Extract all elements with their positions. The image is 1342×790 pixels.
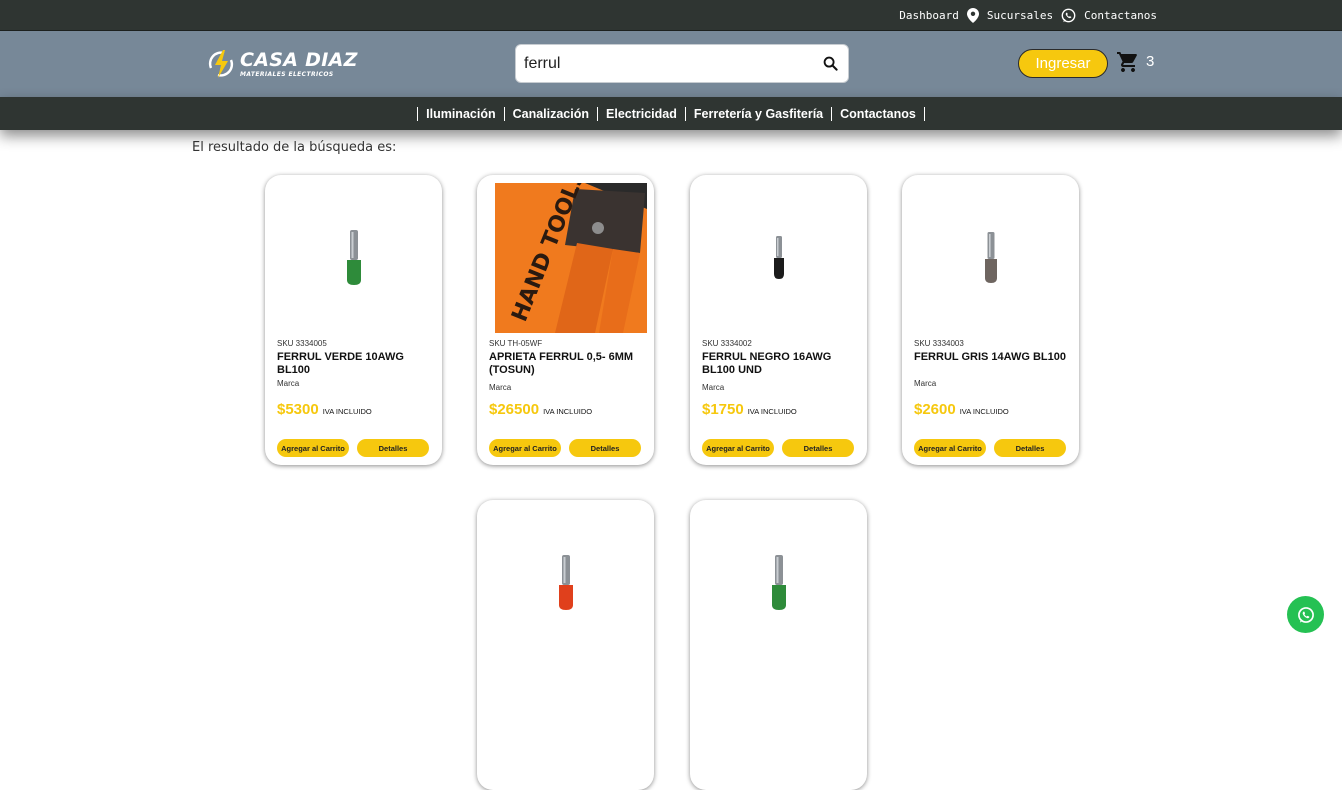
- add-to-cart-button[interactable]: Agregar al Carrito: [702, 439, 774, 457]
- product-brand: Marca: [277, 379, 300, 388]
- category-navbar: Iluminación Canalización Electricidad Fe…: [0, 97, 1342, 130]
- details-button[interactable]: Detalles: [357, 439, 429, 457]
- product-image[interactable]: [914, 183, 1067, 333]
- product-image[interactable]: [489, 508, 642, 658]
- nav-item-contactanos[interactable]: Contactanos: [832, 106, 925, 121]
- nav-item-canalizacion[interactable]: Canalización: [505, 106, 599, 121]
- product-price-row: $26500 IVA INCLUIDO: [489, 401, 592, 418]
- search-bar: [515, 44, 849, 83]
- logo-subtitle: MATERIALES ELECTRICOS: [240, 70, 334, 78]
- logo-name: CASA DIAZ: [240, 48, 358, 71]
- product-sku: SKU TH-05WF: [489, 339, 543, 348]
- iva-label: IVA INCLUIDO: [322, 407, 372, 416]
- sucursales-link[interactable]: Sucursales: [987, 9, 1053, 22]
- product-name: APRIETA FERRUL 0,5- 6MM (TOSUN): [489, 351, 634, 376]
- whatsapp-float-button[interactable]: [1287, 596, 1324, 633]
- top-links: Dashboard Sucursales Contactanos: [899, 8, 1157, 23]
- product-image[interactable]: [702, 508, 855, 658]
- details-button[interactable]: Detalles: [994, 439, 1066, 457]
- iva-label: IVA INCLUIDO: [747, 407, 797, 416]
- product-card[interactable]: [690, 500, 867, 790]
- add-to-cart-button[interactable]: Agregar al Carrito: [277, 439, 349, 457]
- product-price: $5300: [277, 401, 319, 418]
- ferrule-image: [346, 230, 361, 285]
- product-image[interactable]: HAND TOOLS: [495, 183, 647, 333]
- nav-item-ferreteria[interactable]: Ferretería y Gasfitería: [686, 106, 833, 121]
- contactanos-top-link[interactable]: Contactanos: [1084, 9, 1157, 22]
- product-name: FERRUL VERDE 10AWG BL100: [277, 351, 404, 376]
- whatsapp-icon: [1061, 8, 1076, 23]
- cart-icon: [1117, 52, 1137, 72]
- dashboard-link[interactable]: Dashboard: [899, 9, 959, 22]
- search-input[interactable]: [524, 54, 823, 73]
- product-brand: Marca: [914, 379, 937, 388]
- ferrule-image: [984, 232, 997, 283]
- iva-label: IVA INCLUIDO: [543, 407, 593, 416]
- product-price-row: $2600 IVA INCLUIDO: [914, 401, 1009, 418]
- whatsapp-icon: [1297, 606, 1314, 623]
- product-image[interactable]: [277, 183, 430, 333]
- details-button[interactable]: Detalles: [782, 439, 854, 457]
- product-name: FERRUL NEGRO 16AWG BL100 UND: [702, 351, 832, 376]
- details-button[interactable]: Detalles: [569, 439, 641, 457]
- cart-button[interactable]: 3: [1116, 50, 1154, 74]
- product-card[interactable]: SKU 3334005 FERRUL VERDE 10AWG BL100 Mar…: [265, 175, 442, 465]
- product-card[interactable]: SKU 3334002 FERRUL NEGRO 16AWG BL100 UND…: [690, 175, 867, 465]
- product-image[interactable]: [702, 183, 855, 333]
- product-sku: SKU 3334002: [702, 339, 752, 348]
- product-card[interactable]: SKU 3334003 FERRUL GRIS 14AWG BL100 Marc…: [902, 175, 1079, 465]
- add-to-cart-button[interactable]: Agregar al Carrito: [489, 439, 561, 457]
- nav-item-electricidad[interactable]: Electricidad: [598, 106, 686, 121]
- bolt-logo-icon: [208, 50, 234, 78]
- cart-count: 3: [1146, 53, 1155, 70]
- category-menu: Iluminación Canalización Electricidad Fe…: [417, 106, 925, 121]
- logo[interactable]: CASA DIAZ MATERIALES ELECTRICOS: [206, 48, 358, 80]
- crimper-tool-image: HAND TOOLS: [495, 183, 647, 333]
- ferrule-image: [773, 236, 784, 279]
- product-price: $1750: [702, 401, 744, 418]
- login-button[interactable]: Ingresar: [1018, 49, 1108, 78]
- product-brand: Marca: [702, 383, 725, 392]
- main-header: CASA DIAZ MATERIALES ELECTRICOS Ingresar…: [0, 31, 1342, 97]
- top-utility-bar: Dashboard Sucursales Contactanos: [0, 0, 1342, 31]
- product-card[interactable]: [477, 500, 654, 790]
- product-sku: SKU 3334005: [277, 339, 327, 348]
- product-card[interactable]: HAND TOOLS SKU TH-05WF APRIETA FERRUL 0,…: [477, 175, 654, 465]
- location-pin-icon: [966, 8, 979, 23]
- product-sku: SKU 3334003: [914, 339, 964, 348]
- product-brand: Marca: [489, 383, 512, 392]
- ferrule-image: [558, 555, 573, 610]
- product-name: FERRUL GRIS 14AWG BL100: [914, 351, 1066, 363]
- ferrule-image: [771, 555, 786, 610]
- iva-label: IVA INCLUIDO: [959, 407, 1009, 416]
- search-icon[interactable]: [823, 56, 838, 71]
- nav-item-iluminacion[interactable]: Iluminación: [418, 106, 505, 121]
- product-price-row: $1750 IVA INCLUIDO: [702, 401, 797, 418]
- product-price-row: $5300 IVA INCLUIDO: [277, 401, 372, 418]
- logo-text: CASA DIAZ MATERIALES ELECTRICOS: [240, 48, 358, 78]
- results-title: El resultado de la búsqueda es:: [192, 140, 397, 155]
- add-to-cart-button[interactable]: Agregar al Carrito: [914, 439, 986, 457]
- product-price: $2600: [914, 401, 956, 418]
- product-price: $26500: [489, 401, 540, 418]
